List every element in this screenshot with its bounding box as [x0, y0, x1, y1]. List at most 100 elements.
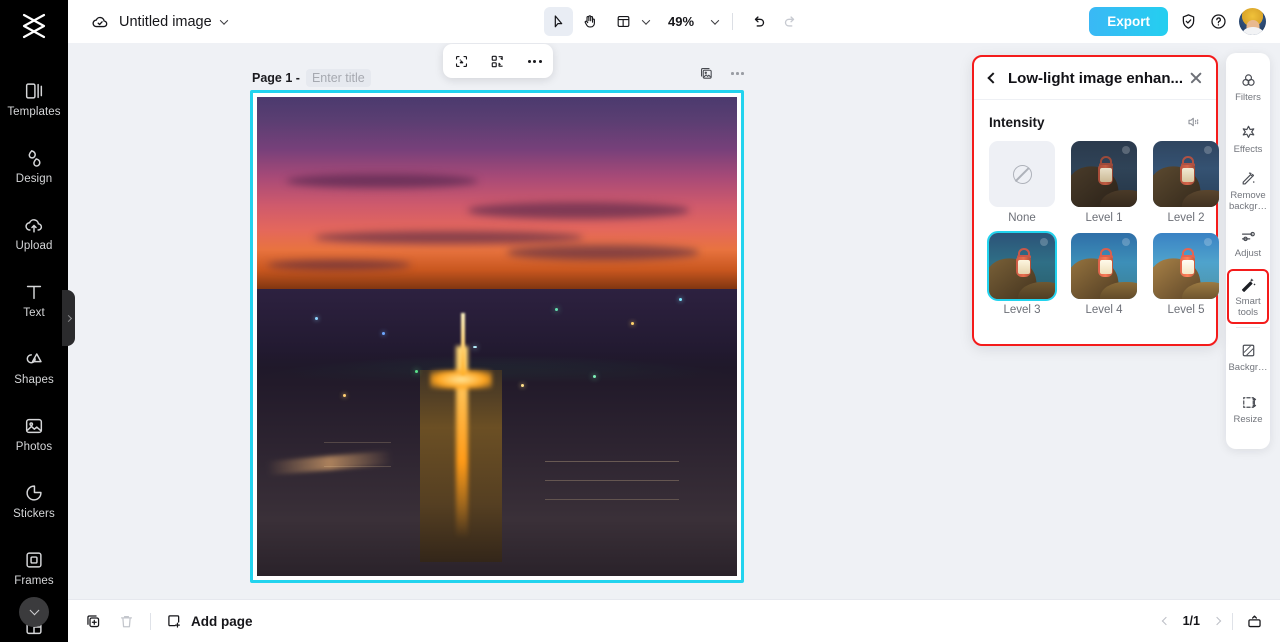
select-tool-button[interactable] — [544, 7, 573, 36]
resize-frame-icon — [1242, 397, 1256, 408]
option-label: None — [1008, 212, 1036, 224]
sidebar-item-upload[interactable]: Upload — [0, 200, 68, 267]
close-icon[interactable] — [1189, 71, 1203, 85]
tool-rail-label: Resize — [1233, 413, 1263, 425]
tool-rail-item-adjust[interactable]: Adjust — [1226, 217, 1270, 269]
sidebar-item-stickers[interactable]: Stickers — [0, 468, 68, 535]
trash-icon[interactable] — [117, 612, 136, 631]
chevron-down-icon[interactable] — [219, 15, 228, 25]
option-thumbnail — [1071, 233, 1137, 299]
sidebar-item-frames[interactable]: Frames — [0, 535, 68, 602]
chevron-left-icon[interactable] — [987, 72, 999, 84]
no-effect-icon — [1012, 164, 1032, 184]
tool-rail-item-remove-background[interactable]: Remove backgr… — [1226, 165, 1270, 217]
sidebar-item-text[interactable]: Text — [0, 267, 68, 334]
undo-button[interactable] — [744, 7, 773, 36]
sidebar-item-design[interactable]: Design — [0, 133, 68, 200]
top-bar-actions: Export — [1089, 0, 1266, 43]
tool-rail-item-effects[interactable]: Effects — [1226, 113, 1270, 165]
sidebar-item-templates[interactable]: Templates — [0, 66, 68, 133]
lantern-thumbnail — [1153, 233, 1219, 299]
canvas-selection-frame[interactable] — [250, 90, 744, 583]
page-navigator: 1/1 — [1161, 614, 1222, 628]
sidebar-expand-button[interactable] — [19, 597, 49, 627]
option-label: Level 2 — [1167, 212, 1205, 224]
arrange-layers-button[interactable] — [485, 48, 511, 74]
hand-tool-button[interactable] — [575, 7, 604, 36]
sidebar-item-photos[interactable]: Photos — [0, 401, 68, 468]
bottom-bar-divider — [150, 612, 151, 630]
bottom-bar-right: 1/1 — [1161, 612, 1264, 631]
more-horizontal-icon[interactable] — [731, 72, 744, 75]
intensity-option-level-4[interactable]: Level 4 — [1071, 233, 1137, 316]
more-horizontal-icon — [527, 59, 542, 63]
bottom-bar: Add page 1/1 — [68, 599, 1280, 642]
sidebar-items: Templates Design Upload Text Shapes Phot… — [0, 48, 68, 642]
chevron-right-icon — [64, 314, 73, 322]
export-button[interactable]: Export — [1089, 7, 1168, 36]
chevron-left-icon[interactable] — [1161, 616, 1170, 626]
shield-check-icon[interactable] — [1179, 12, 1198, 31]
option-thumbnail — [1071, 141, 1137, 207]
add-page-button[interactable]: Add page — [165, 612, 253, 630]
intensity-option-level-5[interactable]: Level 5 — [1153, 233, 1219, 316]
canvas-image[interactable] — [257, 97, 737, 576]
remove-background-icon — [1242, 172, 1255, 185]
option-label: Level 1 — [1085, 212, 1123, 224]
chevron-down-icon[interactable] — [710, 15, 720, 25]
intensity-option-level-1[interactable]: Level 1 — [1071, 141, 1137, 224]
document-title-group[interactable]: Untitled image — [90, 12, 228, 32]
redo-button[interactable] — [775, 7, 804, 36]
toolbar-divider — [732, 13, 733, 30]
panel-title: Low-light image enhan... — [1008, 69, 1184, 87]
shapes-icon — [26, 353, 42, 364]
bottom-bar-left: Add page — [84, 612, 253, 631]
canvas-more-button[interactable] — [522, 48, 548, 74]
redo-arrow-icon — [784, 15, 794, 27]
adjust-sliders-icon — [1241, 231, 1255, 241]
present-icon[interactable] — [1245, 612, 1264, 631]
chevron-right-icon[interactable] — [1212, 616, 1222, 626]
sidebar-item-shapes[interactable]: Shapes — [0, 334, 68, 401]
lantern-thumbnail — [989, 233, 1055, 299]
sidebar-collapse-handle[interactable] — [62, 290, 75, 346]
zoom-control-group[interactable]: 49% — [662, 14, 721, 29]
tool-rail-item-smart-tools[interactable]: Smart tools — [1227, 269, 1269, 325]
option-label: Level 4 — [1085, 304, 1123, 316]
layout-tool-button[interactable] — [609, 7, 638, 36]
zoom-level-value: 49% — [667, 14, 695, 29]
chevron-down-icon — [29, 604, 39, 615]
compare-audio-icon[interactable] — [1185, 114, 1201, 130]
page-label-row: Page 1 - Enter title — [252, 69, 371, 87]
duplicate-page-icon[interactable] — [84, 612, 103, 631]
tool-rail-label: Backgr… — [1228, 361, 1268, 373]
tool-rail-item-resize[interactable]: Resize — [1226, 383, 1270, 435]
question-circle-icon[interactable] — [1209, 12, 1228, 31]
option-label: Level 5 — [1167, 304, 1205, 316]
tool-rail-label: Smart tools — [1235, 296, 1261, 318]
intensity-option-none[interactable]: None — [989, 141, 1055, 224]
crop-select-icon — [455, 55, 467, 67]
upload-cloud-icon — [25, 219, 43, 233]
panel-header: Low-light image enhan... — [974, 57, 1216, 100]
sidebar-item-label: Upload — [15, 240, 53, 253]
tool-rail-item-background[interactable]: Backgr… — [1226, 331, 1270, 383]
cursor-arrow-icon — [554, 15, 563, 28]
avatar[interactable] — [1239, 8, 1266, 35]
intensity-option-level-2[interactable]: Level 2 — [1153, 141, 1219, 224]
page-title-input[interactable]: Enter title — [305, 69, 371, 87]
option-thumbnail — [1153, 141, 1219, 207]
app-logo[interactable] — [0, 4, 68, 48]
duplicate-image-icon[interactable] — [698, 65, 715, 82]
tool-rail-item-filters[interactable]: Filters — [1226, 61, 1270, 113]
top-bar: Untitled image 49% Export — [68, 0, 1280, 43]
crop-select-button[interactable] — [448, 48, 474, 74]
option-thumbnail — [989, 141, 1055, 207]
tool-rail-label: Filters — [1235, 91, 1261, 103]
chevron-down-icon[interactable] — [641, 15, 651, 25]
sidebar-item-label: Frames — [14, 575, 54, 588]
layout-tool-group[interactable] — [606, 7, 652, 36]
intensity-option-level-3[interactable]: Level 3 — [987, 231, 1057, 316]
right-tool-rail: Filters Effects Remove backgr… Adjust Sm… — [1226, 53, 1270, 449]
layout-panel-icon — [617, 15, 630, 28]
